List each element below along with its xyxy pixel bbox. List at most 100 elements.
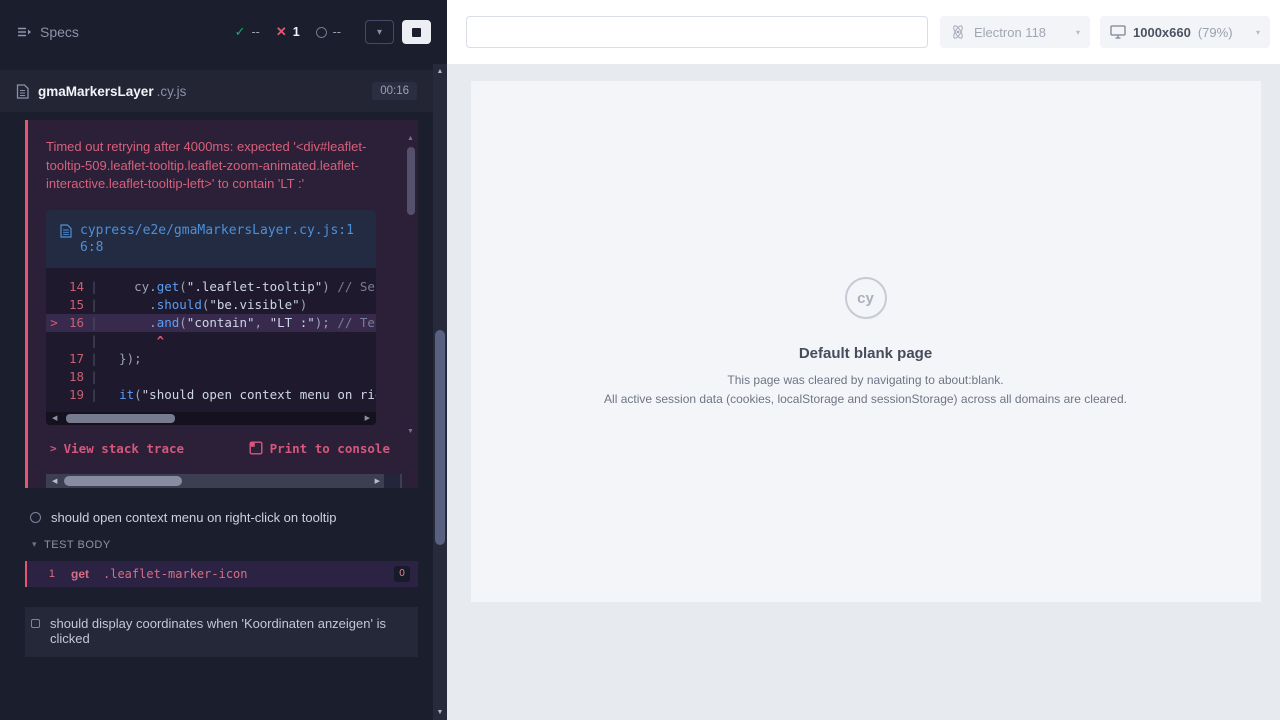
collapse-all-button[interactable]: ▾ <box>365 20 394 44</box>
cypress-logo: cy <box>845 277 887 319</box>
cypress-logo-text: cy <box>857 290 874 307</box>
reporter-vertical-scrollbar[interactable]: ▲ ▼ <box>433 64 447 720</box>
aut-iframe-blank-page: cy Default blank page This page was clea… <box>471 81 1261 602</box>
blank-page-message-1: This page was cleared by navigating to a… <box>727 373 1003 387</box>
print-to-console-label: Print to console <box>270 441 390 456</box>
error-scroll-track[interactable] <box>61 476 370 486</box>
app: Specs ✓ -- ✕ 1 -- ▾ <box>0 0 1280 720</box>
stat-failed-count: 1 <box>293 25 300 39</box>
error-scroll-thumb[interactable] <box>64 476 182 486</box>
code-line: >16| .and("contain", "LT :"); // Test <box>46 314 376 332</box>
test-state-square-icon <box>31 619 40 628</box>
error-message: Timed out retrying after 4000ms: expecte… <box>46 138 402 194</box>
test-body-label: TEST BODY <box>44 539 111 551</box>
viewport-size: 1000x660 <box>1133 25 1191 40</box>
reporter-toolbar: Specs ✓ -- ✕ 1 -- ▾ <box>0 0 447 64</box>
test-title: should open context menu on right-click … <box>51 510 336 525</box>
scroll-right-icon[interactable]: ▶ <box>362 414 373 422</box>
error-vertical-scrollbar[interactable]: ▲ ▼ <box>406 134 415 436</box>
stat-pending: -- <box>316 25 341 39</box>
command-method: get <box>71 567 89 581</box>
scroll-left-icon[interactable]: ◀ <box>48 477 61 485</box>
chevron-down-icon: ▾ <box>1076 28 1080 37</box>
print-to-console-button[interactable]: Print to console <box>249 441 390 456</box>
scroll-down-icon[interactable]: ▼ <box>407 427 414 436</box>
spec-name: gmaMarkersLayer <box>38 84 154 99</box>
pending-circle-icon <box>316 27 327 38</box>
viewport-icon <box>1110 25 1126 39</box>
chevron-down-icon: ▾ <box>32 539 37 550</box>
blank-page-message-2: All active session data (cookies, localS… <box>604 392 1127 406</box>
code-frame-lines: 14| cy.get(".leaflet-tooltip") // Sele15… <box>46 268 376 412</box>
electron-icon <box>950 24 966 40</box>
spec-file-icon <box>16 84 29 99</box>
code-frame-file-link: cypress/e2e/gmaMarkersLayer.cy.js:16:8 <box>80 222 358 256</box>
command-count-badge: 0 <box>394 566 410 582</box>
chevron-right-icon: > <box>50 442 57 455</box>
reporter-scroll-thumb[interactable] <box>435 330 445 545</box>
reporter-sidebar: Specs ✓ -- ✕ 1 -- ▾ <box>0 0 447 720</box>
specs-list-icon <box>16 24 32 40</box>
blank-page-title: Default blank page <box>799 345 932 362</box>
command-target: .leaflet-marker-icon <box>103 567 248 581</box>
test-error-panel: Timed out retrying after 4000ms: expecte… <box>25 120 418 488</box>
stat-failed: ✕ 1 <box>276 24 300 40</box>
test-title: should display coordinates when 'Koordin… <box>50 616 404 646</box>
command-number: 1 <box>27 568 55 580</box>
browser-label: Electron 118 <box>974 25 1046 40</box>
code-horizontal-scrollbar[interactable]: ◀ ▶ <box>46 412 376 425</box>
specs-label: Specs <box>40 24 79 40</box>
scroll-up-icon[interactable]: ▲ <box>433 64 447 79</box>
test-item-pending[interactable]: should display coordinates when 'Koordin… <box>25 607 418 657</box>
code-frame-header[interactable]: cypress/e2e/gmaMarkersLayer.cy.js:16:8 <box>46 210 376 268</box>
error-vscroll-thumb[interactable] <box>407 147 415 215</box>
view-stack-trace-label: View stack trace <box>64 441 184 456</box>
test-item-running[interactable]: should open context menu on right-click … <box>0 496 433 531</box>
viewport-selector[interactable]: 1000x660 (79%) ▾ <box>1100 16 1270 48</box>
aut-header: Electron 118 ▾ 1000x660 (79%) ▾ <box>447 0 1280 64</box>
console-icon <box>249 441 263 455</box>
aut-stage: cy Default blank page This page was clea… <box>447 64 1280 720</box>
reporter-body: gmaMarkersLayer .cy.js 00:16 Timed out r… <box>0 64 433 720</box>
spec-extension: .cy.js <box>157 84 187 99</box>
error-horizontal-scrollbar[interactable]: ◀ ▶ <box>46 474 402 488</box>
stat-passed-count: -- <box>251 25 259 39</box>
scroll-down-icon[interactable]: ▼ <box>433 705 447 720</box>
scrollbar-corner <box>384 474 400 488</box>
code-line: 15| .should("be.visible") <box>46 296 376 314</box>
code-file-icon <box>60 224 72 238</box>
x-icon: ✕ <box>276 24 287 40</box>
viewport-scale: (79%) <box>1198 25 1233 40</box>
code-line: | ^ <box>46 332 376 350</box>
view-stack-trace-link[interactable]: > View stack trace <box>50 441 184 456</box>
test-stats: ✓ -- ✕ 1 -- <box>235 24 341 40</box>
scroll-up-icon[interactable]: ▲ <box>407 134 414 143</box>
code-line: 14| cy.get(".leaflet-tooltip") // Sele <box>46 278 376 296</box>
error-vscroll-track[interactable] <box>407 143 415 427</box>
check-icon: ✓ <box>235 24 246 40</box>
scroll-left-icon[interactable]: ◀ <box>49 414 60 422</box>
spec-duration-badge: 00:16 <box>372 82 417 100</box>
code-frame: cypress/e2e/gmaMarkersLayer.cy.js:16:8 1… <box>46 210 376 425</box>
stop-run-button[interactable] <box>402 20 431 44</box>
stop-square-icon <box>412 28 421 37</box>
code-line: 17| }); <box>46 350 376 368</box>
spec-header[interactable]: gmaMarkersLayer .cy.js 00:16 <box>0 70 433 112</box>
chevron-down-icon: ▾ <box>1256 28 1260 37</box>
aut-panel: Electron 118 ▾ 1000x660 (79%) ▾ cy Defau… <box>447 0 1280 720</box>
code-line: 18| <box>46 368 376 386</box>
command-log-entry[interactable]: 1 get .leaflet-marker-icon 0 <box>25 561 418 587</box>
browser-selector[interactable]: Electron 118 ▾ <box>940 16 1090 48</box>
error-actions: > View stack trace Print to console <box>46 425 402 472</box>
code-scroll-track[interactable] <box>60 414 361 423</box>
specs-button[interactable]: Specs <box>16 24 79 40</box>
test-body-toggle[interactable]: ▾ TEST BODY <box>0 531 433 557</box>
stat-passed: ✓ -- <box>235 24 260 40</box>
code-line: 19| it("should open context menu on righ <box>46 386 376 404</box>
url-input[interactable] <box>466 16 928 48</box>
chevron-down-icon: ▾ <box>377 27 382 38</box>
test-state-circle-icon <box>30 512 41 523</box>
scroll-right-icon[interactable]: ▶ <box>371 477 384 485</box>
code-scroll-thumb[interactable] <box>66 414 174 423</box>
stat-pending-count: -- <box>333 25 341 39</box>
